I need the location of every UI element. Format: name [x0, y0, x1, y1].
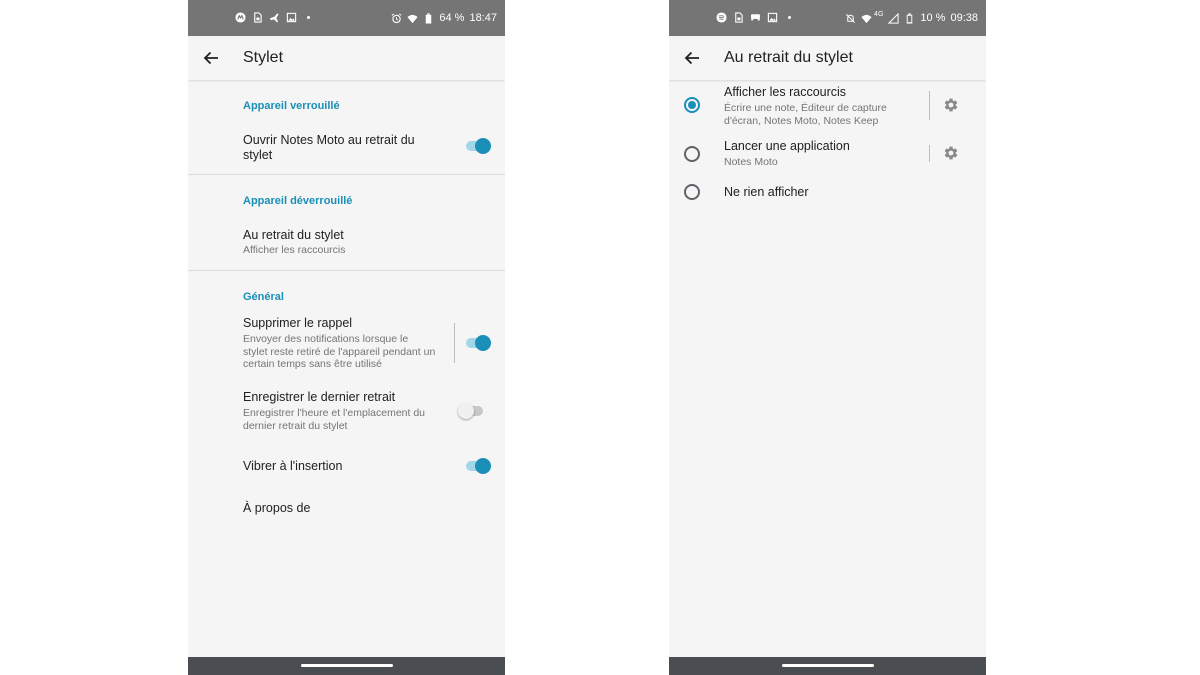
dot-icon [784, 12, 795, 23]
setting-record-last-title: Enregistrer le dernier retrait [243, 390, 396, 404]
setting-removal-title: Au retrait du stylet [243, 228, 344, 242]
clock: 09:38 [950, 12, 978, 24]
section-header-locked: Appareil verrouillé [243, 100, 340, 112]
record-last-toggle[interactable] [458, 402, 484, 420]
setting-open-notes-title-line1: Ouvrir Notes Moto au retrait du [243, 133, 415, 147]
vibrate-toggle[interactable] [465, 457, 491, 475]
game-icon [750, 12, 761, 23]
setting-remove-reminder-title: Supprimer le rappel [243, 316, 353, 330]
option-show-shortcuts-summary-line2: d'écran, Notes Moto, Notes Keep [724, 114, 879, 127]
phone-screen-removal-options: 4G 10 % 09:38 Au retrait du stylet Affic… [669, 0, 986, 675]
open-notes-toggle[interactable] [465, 137, 491, 155]
image-icon [767, 12, 778, 23]
setting-open-notes-row[interactable]: Ouvrir Notes Moto au retrait du stylet [188, 124, 505, 170]
option-show-nothing-title: Ne rien afficher [724, 185, 809, 199]
setting-about-title: À propos de [243, 501, 311, 515]
home-gesture-handle[interactable] [781, 664, 874, 667]
launch-app-settings-button[interactable] [942, 144, 960, 162]
gear-icon [944, 146, 958, 160]
phone-screen-stylus-settings: 64 % 18:47 Stylet Appareil verrouillé Ou… [188, 0, 505, 675]
navigation-bar [669, 657, 986, 675]
setting-remove-reminder-summary-line3: certain temps sans être utilisé [243, 358, 382, 370]
home-gesture-handle[interactable] [300, 664, 393, 667]
network-type: 4G [874, 11, 884, 18]
app-bar: Au retrait du stylet [669, 36, 986, 80]
dot-icon [303, 12, 314, 23]
setting-vibrate-row[interactable]: Vibrer à l'insertion [188, 452, 505, 480]
arrow-back-icon [203, 51, 218, 65]
arrow-back-icon [684, 51, 699, 65]
back-button[interactable] [200, 47, 222, 69]
setting-removal-row[interactable]: Au retrait du stylet Afficher les raccou… [188, 222, 505, 262]
signal-icon [888, 12, 899, 24]
setting-record-last-summary-line2: dernier retrait du stylet [243, 419, 348, 432]
wifi-icon [407, 13, 418, 24]
alarm-icon [391, 13, 402, 24]
page-title: Au retrait du stylet [724, 49, 853, 66]
option-launch-app[interactable]: Lancer une application Notes Moto [669, 137, 929, 171]
setting-vibrate-title: Vibrer à l'insertion [243, 459, 343, 473]
image-icon [286, 12, 297, 23]
sim-icon [733, 12, 744, 23]
radio-launch-app[interactable] [684, 146, 700, 162]
setting-removal-summary: Afficher les raccourcis [243, 244, 346, 256]
setting-record-last-summary-line1: Enregistrer l'heure et l'emplacement du [243, 407, 426, 419]
radio-show-nothing[interactable] [684, 184, 700, 200]
clock: 18:47 [469, 12, 497, 24]
setting-about-row[interactable]: À propos de [188, 494, 505, 522]
setting-record-last-row[interactable]: Enregistrer le dernier retrait Enregistr… [188, 386, 505, 436]
navigation-bar [188, 657, 505, 675]
row-separator [454, 323, 455, 363]
mute-icon [845, 13, 856, 24]
section-divider [188, 174, 505, 175]
option-show-shortcuts-title: Afficher les raccourcis [724, 85, 847, 99]
sim-icon [252, 12, 263, 23]
section-header-unlocked: Appareil déverrouillé [243, 195, 353, 207]
battery-icon [904, 12, 915, 24]
back-button[interactable] [681, 47, 703, 69]
status-bar: 4G 10 % 09:38 [669, 0, 986, 36]
row-separator [929, 91, 930, 120]
motorola-icon [235, 12, 246, 23]
battery-level: 10 % [920, 12, 946, 24]
remove-reminder-toggle[interactable] [465, 334, 491, 352]
setting-remove-reminder-summary-line2: stylet reste retiré de l'appareil pendan… [243, 345, 436, 358]
setting-remove-reminder-row[interactable]: Supprimer le rappel Envoyer des notifica… [188, 312, 505, 374]
option-launch-app-title: Lancer une application [724, 139, 850, 153]
option-launch-app-summary: Notes Moto [724, 156, 778, 168]
wifi-icon [861, 13, 872, 24]
setting-open-notes-title-line2: stylet [243, 147, 273, 162]
page-title: Stylet [243, 49, 284, 66]
setting-remove-reminder-summary-line1: Envoyer des notifications lorsque le [243, 333, 409, 345]
shortcuts-settings-button[interactable] [942, 96, 960, 114]
status-bar: 64 % 18:47 [188, 0, 505, 36]
row-separator [929, 145, 930, 162]
option-show-shortcuts-summary-line1: Écrire une note, Éditeur de capture [724, 102, 887, 114]
section-header-general: Général [243, 291, 284, 303]
gear-icon [944, 98, 958, 112]
battery-level: 64 % [439, 12, 465, 24]
radio-show-shortcuts[interactable] [684, 97, 700, 113]
option-show-shortcuts[interactable]: Afficher les raccourcis Écrire une note,… [669, 83, 929, 129]
spotify-icon [716, 12, 727, 23]
flight-icon [269, 12, 280, 23]
section-divider [188, 270, 505, 271]
battery-icon [423, 12, 434, 24]
app-bar: Stylet [188, 36, 505, 80]
option-show-nothing[interactable]: Ne rien afficher [669, 180, 986, 204]
